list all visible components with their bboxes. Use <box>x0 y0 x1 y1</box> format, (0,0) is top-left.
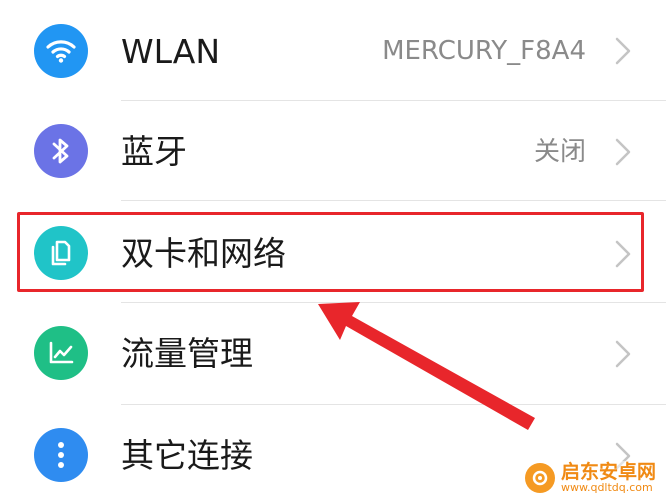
annotation-arrow-icon <box>318 302 535 430</box>
watermark-title: 启东安卓网 <box>560 460 656 483</box>
watermark-logo-icon <box>524 463 555 494</box>
settings-screen: WLAN MERCURY_F8A4 蓝牙 关闭 双卡和网络 流量管理 其它连接 … <box>0 0 666 500</box>
watermark-url: www.qdltdq.com <box>560 481 653 495</box>
watermark: 启东安卓网 www.qdltdq.com <box>520 460 660 496</box>
